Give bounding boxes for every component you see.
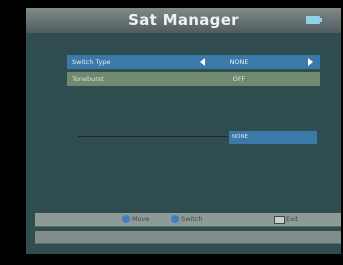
right-arrow-icon[interactable] bbox=[308, 58, 313, 66]
switch-status-text: NONE bbox=[232, 134, 249, 140]
toneburst-label: Toneburst bbox=[72, 75, 104, 83]
left-arrow-icon[interactable] bbox=[200, 58, 205, 66]
switch-type-label: Switch Type bbox=[72, 58, 111, 66]
help-move-label: Move bbox=[132, 215, 150, 223]
switch-type-value: NONE bbox=[229, 58, 249, 66]
help-bar: Move Switch Exit bbox=[35, 213, 341, 227]
screen: Sat Manager Switch Type NONE Toneburst O… bbox=[0, 0, 343, 265]
title-bar: Sat Manager bbox=[26, 8, 341, 33]
switch-key-icon bbox=[171, 215, 179, 223]
secondary-help-bar bbox=[35, 231, 341, 244]
help-exit-label: Exit bbox=[286, 215, 299, 223]
switch-status-box: NONE bbox=[229, 131, 317, 144]
connection-line bbox=[78, 136, 228, 137]
battery-icon bbox=[306, 16, 322, 24]
toneburst-row[interactable]: Toneburst OFF bbox=[67, 72, 320, 86]
page-title: Sat Manager bbox=[128, 11, 239, 29]
sat-manager-panel: Sat Manager Switch Type NONE Toneburst O… bbox=[26, 8, 341, 254]
move-key-icon bbox=[122, 215, 130, 223]
exit-icon bbox=[274, 216, 285, 224]
switch-type-row[interactable]: Switch Type NONE bbox=[67, 55, 320, 69]
help-switch-label: Switch bbox=[181, 215, 203, 223]
toneburst-value: OFF bbox=[232, 75, 246, 83]
